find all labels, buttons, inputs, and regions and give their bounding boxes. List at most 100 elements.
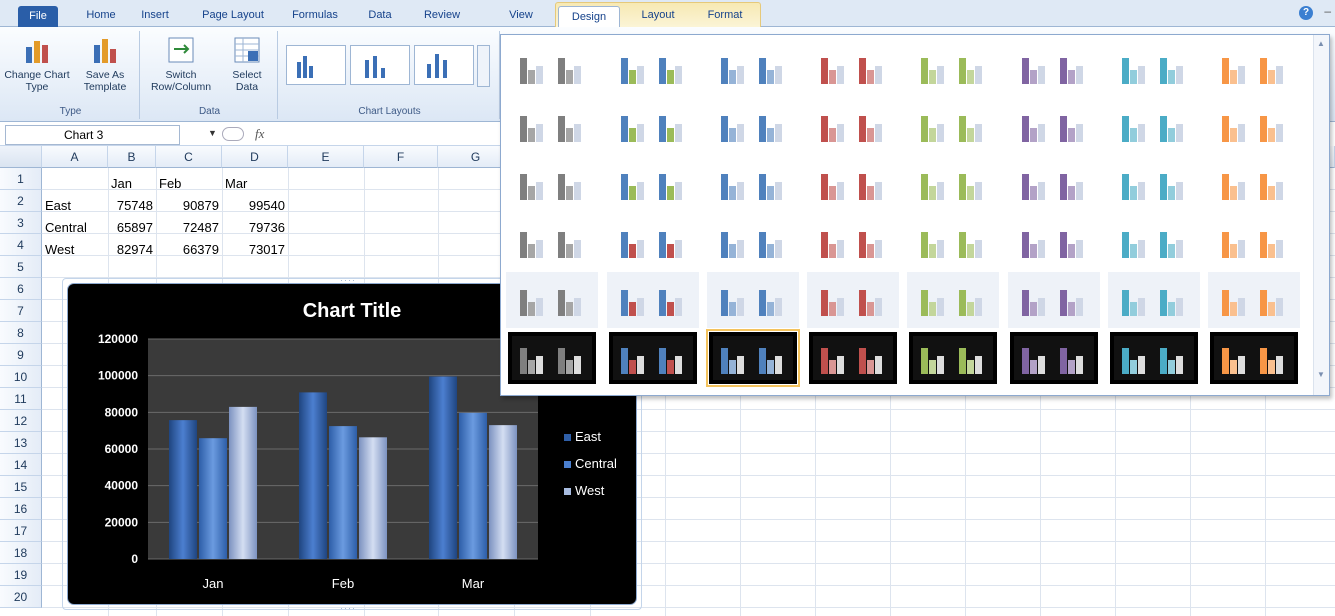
chart-style-4-3[interactable] — [707, 214, 799, 270]
select-all-corner[interactable] — [0, 146, 42, 168]
cell-a3[interactable]: Central — [42, 219, 90, 237]
chart-style-4-7[interactable] — [1108, 214, 1200, 270]
chart-style-3-1[interactable] — [506, 156, 598, 212]
column-header-c[interactable]: C — [156, 146, 222, 168]
chart-style-5-5[interactable] — [907, 272, 999, 328]
bar-central-jan[interactable] — [199, 438, 227, 559]
bar-west-feb[interactable] — [359, 437, 387, 559]
bar-east-feb[interactable] — [299, 392, 327, 559]
chart-style-5-4[interactable] — [807, 272, 899, 328]
bar-east-mar[interactable] — [429, 376, 457, 559]
tab-design[interactable]: Design — [558, 6, 620, 28]
cell-d4[interactable]: 73017 — [222, 241, 288, 259]
column-header-a[interactable]: A — [42, 146, 108, 168]
chart-style-1-1[interactable] — [506, 40, 598, 96]
chart-style-1-6[interactable] — [1008, 40, 1100, 96]
chart-style-6-2[interactable] — [607, 330, 699, 386]
row-header-2[interactable]: 2 — [0, 190, 42, 212]
chart-style-2-2[interactable] — [607, 98, 699, 154]
chart-style-1-5[interactable] — [907, 40, 999, 96]
chart-style-2-8[interactable] — [1208, 98, 1300, 154]
row-header-7[interactable]: 7 — [0, 300, 42, 322]
tab-file[interactable]: File — [18, 6, 58, 28]
chart-style-5-7[interactable] — [1108, 272, 1200, 328]
chart-layout-2[interactable] — [350, 45, 410, 85]
row-header-17[interactable]: 17 — [0, 520, 42, 542]
row-header-6[interactable]: 6 — [0, 278, 42, 300]
chart-style-4-1[interactable] — [506, 214, 598, 270]
chart-style-1-4[interactable] — [807, 40, 899, 96]
row-header-11[interactable]: 11 — [0, 388, 42, 410]
column-header-f[interactable]: F — [364, 146, 438, 168]
chart-style-3-6[interactable] — [1008, 156, 1100, 212]
minimize-ribbon-icon[interactable]: – — [1324, 4, 1331, 18]
chart-style-3-5[interactable] — [907, 156, 999, 212]
row-header-15[interactable]: 15 — [0, 476, 42, 498]
chart-style-5-3[interactable] — [707, 272, 799, 328]
scroll-down-icon[interactable]: ▼ — [1317, 370, 1325, 379]
chart-style-4-8[interactable] — [1208, 214, 1300, 270]
tab-data[interactable]: Data — [360, 5, 400, 27]
chart-style-2-4[interactable] — [807, 98, 899, 154]
chart-style-6-3[interactable] — [706, 329, 800, 387]
cell-b1[interactable]: Jan — [108, 175, 135, 193]
insert-function-icon[interactable]: fx — [255, 126, 264, 142]
row-header-18[interactable]: 18 — [0, 542, 42, 564]
tab-insert[interactable]: Insert — [133, 5, 177, 27]
select-data-button[interactable]: Select Data — [220, 35, 274, 93]
bar-central-mar[interactable] — [459, 412, 487, 559]
chart-style-5-2[interactable] — [607, 272, 699, 328]
chart-style-4-4[interactable] — [807, 214, 899, 270]
chart-style-5-1[interactable] — [506, 272, 598, 328]
column-header-d[interactable]: D — [222, 146, 288, 168]
chart-style-3-7[interactable] — [1108, 156, 1200, 212]
chart-style-5-8[interactable] — [1208, 272, 1300, 328]
chart-style-4-5[interactable] — [907, 214, 999, 270]
chart-style-2-5[interactable] — [907, 98, 999, 154]
cell-b3[interactable]: 65897 — [108, 219, 156, 237]
bar-east-jan[interactable] — [169, 420, 197, 559]
tab-formulas[interactable]: Formulas — [285, 5, 345, 27]
tab-home[interactable]: Home — [79, 5, 123, 27]
chart-style-3-4[interactable] — [807, 156, 899, 212]
column-header-e[interactable]: E — [288, 146, 364, 168]
chart-style-2-7[interactable] — [1108, 98, 1200, 154]
layouts-scroll[interactable] — [477, 45, 490, 87]
cell-c1[interactable]: Feb — [156, 175, 184, 193]
chart-style-1-3[interactable] — [707, 40, 799, 96]
chart-style-1-2[interactable] — [607, 40, 699, 96]
chart-style-6-8[interactable] — [1208, 330, 1300, 386]
tab-page-layout[interactable]: Page Layout — [195, 5, 271, 27]
chart-style-4-2[interactable] — [607, 214, 699, 270]
row-header-8[interactable]: 8 — [0, 322, 42, 344]
chart-style-3-3[interactable] — [707, 156, 799, 212]
cell-b4[interactable]: 82974 — [108, 241, 156, 259]
row-header-4[interactable]: 4 — [0, 234, 42, 256]
row-header-10[interactable]: 10 — [0, 366, 42, 388]
cell-b2[interactable]: 75748 — [108, 197, 156, 215]
row-header-9[interactable]: 9 — [0, 344, 42, 366]
row-header-13[interactable]: 13 — [0, 432, 42, 454]
tab-view[interactable]: View — [502, 5, 540, 27]
row-header-14[interactable]: 14 — [0, 454, 42, 476]
chart-style-6-1[interactable] — [506, 330, 598, 386]
row-header-12[interactable]: 12 — [0, 410, 42, 432]
cell-d3[interactable]: 79736 — [222, 219, 288, 237]
cell-c3[interactable]: 72487 — [156, 219, 222, 237]
tab-review[interactable]: Review — [417, 5, 467, 27]
cell-d1[interactable]: Mar — [222, 175, 250, 193]
chart-layout-1[interactable] — [286, 45, 346, 85]
chart-style-2-3[interactable] — [707, 98, 799, 154]
chart-style-3-2[interactable] — [607, 156, 699, 212]
cell-c4[interactable]: 66379 — [156, 241, 222, 259]
chart-style-2-6[interactable] — [1008, 98, 1100, 154]
name-box[interactable]: Chart 3 — [5, 125, 180, 145]
chart-layout-3[interactable] — [414, 45, 474, 85]
row-header-1[interactable]: 1 — [0, 168, 42, 190]
cell-c2[interactable]: 90879 — [156, 197, 222, 215]
chart-style-1-7[interactable] — [1108, 40, 1200, 96]
scroll-up-icon[interactable]: ▲ — [1317, 39, 1325, 48]
row-header-19[interactable]: 19 — [0, 564, 42, 586]
chart-style-6-5[interactable] — [907, 330, 999, 386]
row-header-16[interactable]: 16 — [0, 498, 42, 520]
